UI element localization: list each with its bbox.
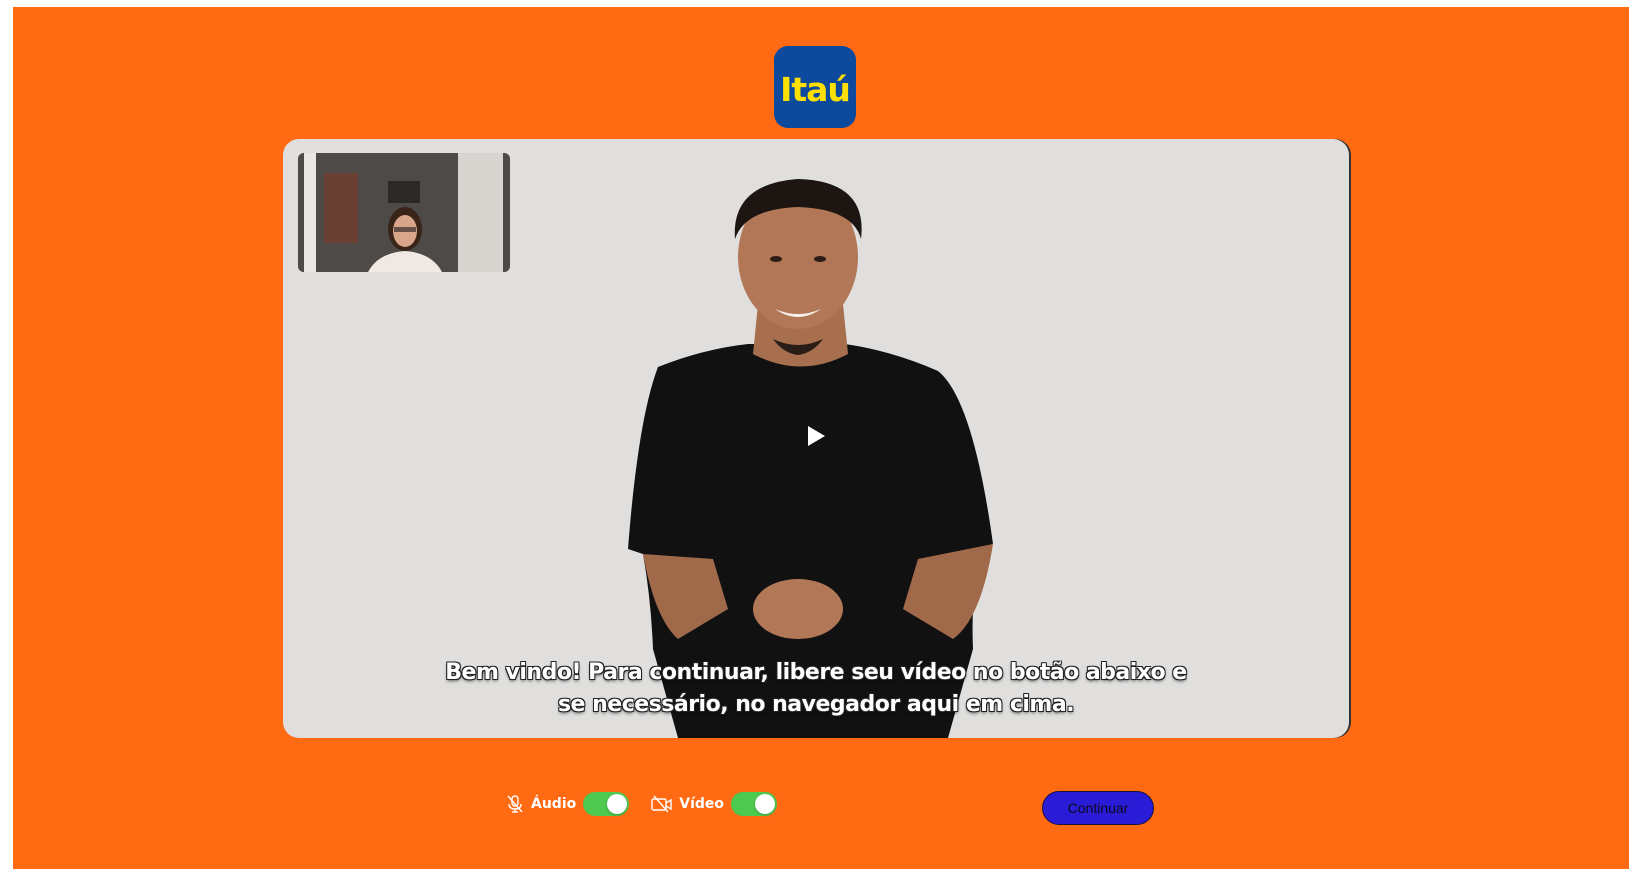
logo-text: Itaú <box>780 69 851 109</box>
video-player[interactable]: Bem vindo! Para continuar, libere seu ví… <box>283 139 1349 738</box>
camera-off-icon <box>651 795 672 813</box>
microphone-off-icon <box>507 795 523 813</box>
itau-logo: Itaú <box>774 46 856 128</box>
continue-button[interactable]: Continuar <box>1042 791 1154 825</box>
subtitle-line-1: Bem vindo! Para continuar, libere seu ví… <box>445 660 1187 685</box>
play-icon[interactable] <box>806 425 826 447</box>
video-subtitle: Bem vindo! Para continuar, libere seu ví… <box>283 657 1349 721</box>
video-label: Vídeo <box>679 796 725 812</box>
video-control: Vídeo <box>651 792 778 816</box>
audio-control: Áudio <box>505 792 630 816</box>
media-controls: Áudio Vídeo <box>505 787 799 821</box>
audio-toggle-knob <box>607 794 628 814</box>
video-toggle[interactable] <box>731 792 778 816</box>
audio-label: Áudio <box>531 796 577 812</box>
video-toggle-knob <box>755 794 776 814</box>
subtitle-line-2: se necessário, no navegador aqui em cima… <box>557 692 1075 717</box>
audio-toggle[interactable] <box>583 792 630 816</box>
webcam-preview-image <box>298 153 510 272</box>
self-view-video <box>298 153 510 272</box>
